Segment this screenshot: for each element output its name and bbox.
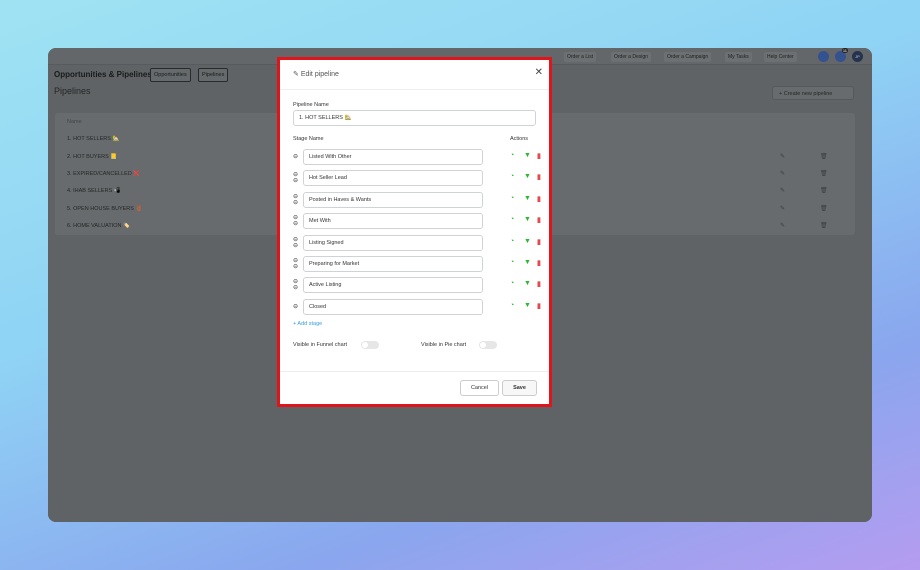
filter-icon[interactable]: ▼ (524, 152, 531, 159)
automation-icon[interactable]: ◔ (510, 216, 514, 223)
pipeline-row[interactable]: 3. EXPIRED/CANCELLED ❌ (67, 171, 140, 177)
pipeline-row[interactable]: 4. IHAB SELLERS 📲 (67, 188, 121, 194)
close-icon[interactable]: ✕ (535, 67, 543, 78)
page-title: Pipelines (54, 86, 91, 96)
stage-input[interactable]: Active Listing (303, 277, 483, 294)
stage-input[interactable]: Posted in Haves & Wants (303, 191, 483, 208)
edit-icon[interactable]: ✎ (780, 222, 785, 229)
delete-icon[interactable]: ▮ (537, 152, 541, 160)
stage-input[interactable]: Listed With Other (303, 149, 483, 165)
phone-icon[interactable] (818, 51, 829, 62)
filter-icon[interactable]: ▼ (524, 238, 531, 245)
modal-title: Edit pipeline (300, 71, 339, 78)
pipeline-row[interactable]: 5. OPEN HOUSE BUYERS 🚪 (67, 206, 142, 212)
create-pipeline-button[interactable]: + Create new pipeline (772, 86, 854, 100)
pipeline-name-label: Pipeline Name (293, 102, 329, 108)
filter-icon[interactable]: ▼ (524, 302, 531, 309)
trash-icon[interactable]: 🗑 (820, 187, 828, 194)
cancel-button[interactable]: Cancel (460, 380, 499, 396)
edit-icon[interactable]: ✎ (780, 170, 785, 177)
funnel-chart-toggle[interactable] (361, 341, 379, 349)
filter-icon[interactable]: ▼ (524, 259, 531, 266)
delete-icon[interactable]: ▮ (537, 280, 541, 288)
move-up-icon[interactable]: ⊖ (293, 237, 298, 243)
stage-input[interactable]: Met With (303, 213, 483, 230)
save-button[interactable]: Save (502, 380, 537, 396)
stage-input[interactable]: Preparing for Market (303, 256, 483, 272)
trash-icon[interactable]: 🗑 (820, 222, 828, 229)
stage-reorder: ⊖ ⊖ (293, 215, 298, 227)
move-down-icon[interactable]: ⊖ (293, 200, 298, 206)
automation-icon[interactable]: ◔ (510, 195, 514, 202)
pie-chart-toggle[interactable] (479, 341, 497, 349)
stage-reorder: ⊖ ⊖ (293, 237, 298, 249)
modal-footer-divider (280, 371, 549, 372)
trash-icon[interactable]: 🗑 (820, 153, 828, 160)
move-down-icon[interactable]: ⊖ (293, 285, 298, 291)
stage-input[interactable]: Closed (303, 298, 483, 315)
stage-reorder: ⊖ ⊖ (293, 172, 298, 184)
move-down-icon[interactable]: ⊖ (293, 154, 298, 160)
automation-icon[interactable]: ◔ (510, 152, 514, 159)
stage-reorder: ⊖ (293, 304, 298, 310)
stage-name-label: Stage Name (293, 136, 324, 142)
filter-icon[interactable]: ▼ (524, 216, 531, 223)
delete-icon[interactable]: ▮ (537, 259, 541, 267)
actions-label: Actions (510, 136, 529, 142)
pipeline-name-input[interactable]: 1. HOT SELLERS 🏡 (293, 110, 536, 126)
pipeline-row[interactable]: 1. HOT SELLERS 🏡 (67, 136, 119, 142)
filter-icon[interactable]: ▼ (524, 195, 531, 202)
notification-icon[interactable]: 11 (835, 48, 848, 62)
move-down-icon[interactable]: ⊖ (293, 243, 298, 249)
order-list-button[interactable]: Order a List (564, 52, 597, 62)
edit-pipeline-modal: ✎ Edit pipeline ✕ Pipeline Name 1. HOT S… (277, 57, 552, 407)
move-up-icon[interactable]: ⊖ (293, 194, 298, 200)
trash-icon[interactable]: 🗑 (820, 170, 828, 177)
stage-input[interactable]: Listing Signed (303, 234, 483, 251)
stage-reorder: ⊖ ⊖ (293, 194, 298, 206)
order-campaign-button[interactable]: Order a Campaign (664, 52, 712, 62)
tab-opportunities[interactable]: Opportunities (150, 68, 191, 82)
page-header-title: Opportunities & Pipelines (54, 70, 152, 79)
automation-icon[interactable]: ◔ (510, 173, 514, 180)
order-design-button[interactable]: Order a Design (611, 52, 651, 62)
delete-icon[interactable]: ▮ (537, 238, 541, 246)
edit-icon[interactable]: ✎ (780, 205, 785, 212)
delete-icon[interactable]: ▮ (537, 173, 541, 181)
edit-icon[interactable]: ✎ (780, 153, 785, 160)
add-stage-link[interactable]: + Add stage (293, 321, 322, 327)
delete-icon[interactable]: ▮ (537, 195, 541, 203)
filter-icon[interactable]: ▼ (524, 173, 531, 180)
automation-icon[interactable]: ◔ (510, 259, 514, 266)
tab-pipelines[interactable]: Pipelines (198, 68, 229, 82)
delete-icon[interactable]: ▮ (537, 216, 541, 224)
stage-reorder: ⊖ ⊖ (293, 258, 298, 270)
avatar[interactable]: JP (852, 51, 863, 62)
stage-reorder: ⊖ (293, 154, 298, 160)
pipeline-row[interactable]: 6. HOME VALUATION 🏷️ (67, 223, 130, 229)
automation-icon[interactable]: ◔ (510, 302, 514, 309)
stage-reorder: ⊖ ⊖ (293, 279, 298, 291)
automation-icon[interactable]: ◔ (510, 238, 514, 245)
filter-icon[interactable]: ▼ (524, 280, 531, 287)
edit-icon: ✎ (293, 71, 301, 78)
help-center-button[interactable]: Help Center (764, 52, 797, 62)
move-up-icon[interactable]: ⊖ (293, 304, 298, 310)
edit-icon[interactable]: ✎ (780, 187, 785, 194)
pie-chart-label: Visible in Pie chart (421, 342, 467, 348)
modal-header: ✎ Edit pipeline ✕ (280, 60, 549, 90)
automation-icon[interactable]: ◔ (510, 280, 514, 287)
column-header-name: Name (67, 119, 82, 125)
stage-input[interactable]: Hot Seller Lead (303, 170, 483, 187)
notification-badge: 11 (841, 48, 848, 53)
my-tasks-button[interactable]: My Tasks (725, 52, 752, 62)
delete-icon[interactable]: ▮ (537, 302, 541, 310)
pipeline-row[interactable]: 2. HOT BUYERS 📒 (67, 154, 117, 160)
move-down-icon[interactable]: ⊖ (293, 178, 298, 184)
trash-icon[interactable]: 🗑 (820, 205, 828, 212)
move-down-icon[interactable]: ⊖ (293, 264, 298, 270)
funnel-chart-label: Visible in Funnel chart (293, 342, 348, 348)
move-down-icon[interactable]: ⊖ (293, 221, 298, 227)
